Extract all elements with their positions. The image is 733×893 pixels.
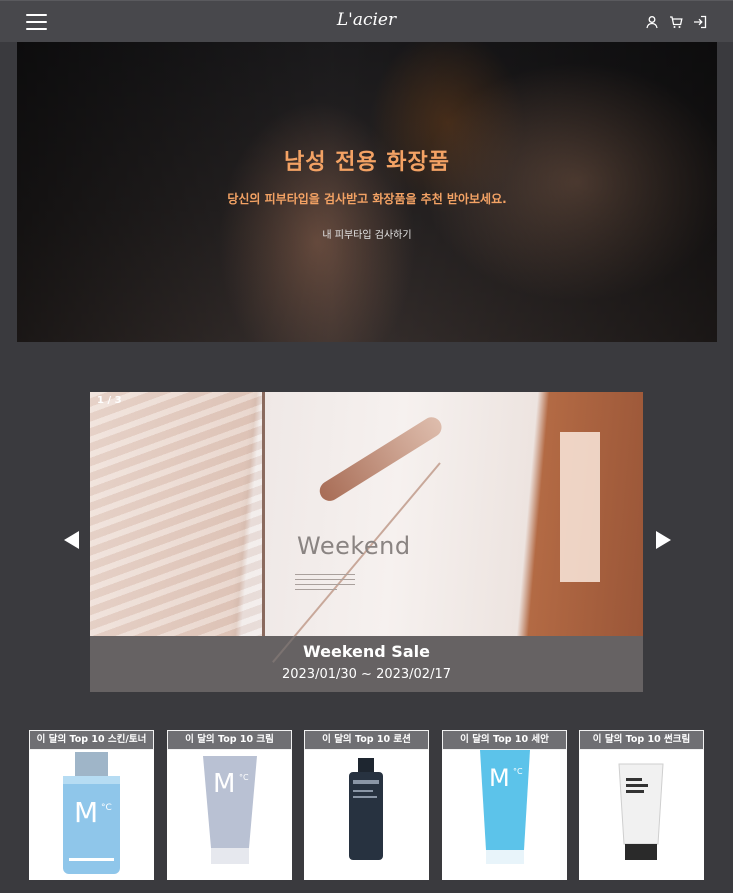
product-card-skin-toner[interactable]: 이 달의 Top 10 스킨/토너 M °C: [29, 730, 154, 880]
product-card-cream[interactable]: 이 달의 Top 10 크림 M °C: [167, 730, 292, 880]
skin-test-link[interactable]: 내 피부타입 검사하기: [17, 226, 717, 241]
login-icon[interactable]: [693, 14, 707, 29]
product-card-label: 이 달의 Top 10 크림: [167, 730, 292, 750]
product-card-lotion[interactable]: 이 달의 Top 10 로션: [304, 730, 429, 880]
cream-tube-image: M °C: [203, 756, 257, 864]
slider-next-arrow-icon[interactable]: [656, 531, 671, 549]
promo-slider[interactable]: Weekend 1 / 3 Weekend Sale 2023/01/30 ~ …: [90, 392, 643, 692]
cart-icon[interactable]: [669, 14, 683, 28]
hero-title: 남성 전용 화장품: [284, 150, 450, 175]
slide-caption-date: 2023/01/30 ~ 2023/02/17: [281, 667, 451, 682]
lotion-bottle-image: [349, 758, 383, 860]
slider-prev-arrow-icon[interactable]: [64, 531, 79, 549]
svg-text:M: M: [74, 796, 98, 829]
svg-text:°C: °C: [101, 803, 112, 813]
slide-magazine-word: Weekend: [297, 532, 411, 560]
product-card-label: 이 달의 Top 10 세안: [442, 730, 567, 750]
product-card-cleanser[interactable]: 이 달의 Top 10 세안 M °C: [442, 730, 567, 880]
svg-text:M: M: [489, 764, 510, 792]
hero-subtitle: 당신의 피부타입을 검사받고 화장품을 추천 받아보세요.: [227, 192, 507, 206]
slide-caption: Weekend Sale 2023/01/30 ~ 2023/02/17: [90, 636, 643, 692]
product-card-suncream[interactable]: 이 달의 Top 10 썬크림: [579, 730, 704, 880]
svg-text:M: M: [213, 769, 235, 799]
svg-text:°C: °C: [239, 773, 249, 782]
slide-image: Weekend: [90, 392, 643, 663]
slide-counter: 1 / 3: [97, 395, 122, 406]
product-card-label: 이 달의 Top 10 썬크림: [579, 730, 704, 750]
top10-product-cards: 이 달의 Top 10 스킨/토너 M °C 이 달의 Top 10 크림 M …: [29, 730, 705, 880]
slide-caption-title: Weekend Sale: [303, 642, 430, 661]
hero-banner: 남성 전용 화장품 당신의 피부타입을 검사받고 화장품을 추천 받아보세요. …: [17, 42, 717, 342]
site-logo[interactable]: L'acier: [0, 10, 733, 30]
cleanser-tube-image: M °C: [480, 750, 530, 864]
product-card-label: 이 달의 Top 10 로션: [304, 730, 429, 750]
product-card-label: 이 달의 Top 10 스킨/토너: [29, 730, 154, 750]
svg-text:°C: °C: [513, 767, 523, 776]
top-navigation-bar: L'acier: [0, 0, 733, 42]
user-icon[interactable]: [645, 14, 659, 29]
suncream-tube-image: [618, 763, 664, 860]
toner-bottle-image: M °C: [63, 752, 120, 874]
